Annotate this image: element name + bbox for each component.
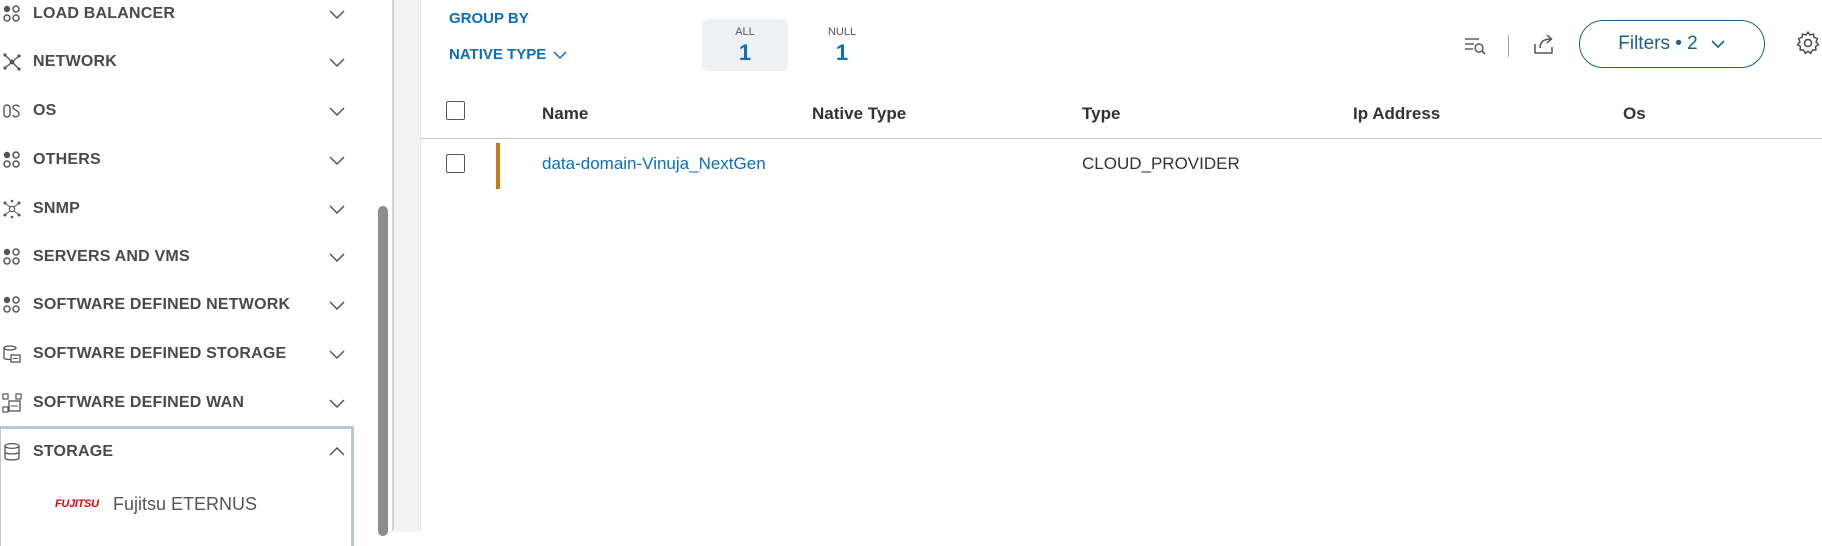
dots-cluster-icon	[0, 2, 24, 26]
chevron-down-icon	[329, 205, 345, 215]
sidebar-item-label: LOAD BALANCER	[33, 5, 176, 22]
search-list-icon[interactable]	[1462, 33, 1488, 59]
dots-cluster-icon	[0, 293, 24, 317]
database-icon	[0, 440, 24, 464]
toolbar-separator	[1508, 35, 1509, 57]
sidebar-item-label: OTHERS	[33, 151, 101, 168]
chevron-down-icon	[1711, 40, 1725, 49]
count-card-all[interactable]: ALL 1	[702, 19, 788, 71]
sdwan-icon	[0, 391, 24, 415]
count-label: ALL	[735, 26, 755, 38]
table-header: Name Native Type Type Ip Address Os	[421, 88, 1822, 139]
chevron-down-icon	[329, 107, 345, 117]
export-icon[interactable]	[1531, 32, 1557, 58]
sidebar-scrollbar-thumb[interactable]	[378, 206, 388, 536]
dots-cluster-icon	[0, 245, 24, 269]
group-by-dropdown[interactable]: NATIVE TYPE	[449, 46, 568, 63]
subitem-label: Fujitsu ETERNUS	[113, 493, 258, 514]
panel-gutter	[394, 0, 420, 531]
filters-label: Filters • 2	[1618, 33, 1698, 54]
table-row[interactable]: data-domain-Vinuja_NextGen CLOUD_PROVIDE…	[421, 139, 1822, 191]
sidebar-item-label: SNMP	[33, 200, 81, 217]
chevron-up-icon	[329, 446, 345, 456]
column-header-native-type[interactable]: Native Type	[812, 104, 906, 124]
sidebar-item-label: SERVERS AND VMS	[33, 248, 190, 265]
count-value: 1	[738, 40, 752, 65]
chevron-down-icon	[329, 301, 345, 311]
row-checkbox[interactable]	[446, 154, 465, 173]
group-by-title: GROUP BY	[449, 10, 529, 27]
column-header-ip-address[interactable]: Ip Address	[1353, 104, 1440, 124]
sidebar-item-label: SOFTWARE DEFINED STORAGE	[33, 345, 287, 362]
chevron-down-icon	[329, 399, 345, 409]
chevron-down-icon	[329, 58, 345, 68]
column-header-os[interactable]: Os	[1623, 104, 1646, 124]
chevron-down-icon	[553, 50, 567, 59]
row-type-cell: CLOUD_PROVIDER	[1082, 154, 1240, 173]
chevron-down-icon	[329, 10, 345, 20]
sidebar-item-software-defined-wan[interactable]: SOFTWARE DEFINED WAN	[0, 379, 355, 427]
main-panel: GROUP BY NATIVE TYPE ALL 1 NULL 1 Filter…	[420, 0, 1822, 531]
sidebar-item-servers-and-vms[interactable]: SERVERS AND VMS	[0, 233, 355, 281]
category-sidebar: LOAD BALANCER NETWORK OS OTHERS SNMP SER…	[0, 0, 370, 546]
sds-icon	[0, 342, 24, 366]
sidebar-item-network[interactable]: NETWORK	[0, 38, 355, 86]
column-header-name[interactable]: Name	[542, 104, 588, 124]
sidebar-item-load-balancer[interactable]: LOAD BALANCER	[0, 0, 355, 38]
count-card-null[interactable]: NULL 1	[799, 19, 885, 71]
sidebar-item-label: STORAGE	[33, 443, 114, 460]
row-name-link[interactable]: data-domain-Vinuja_NextGen	[542, 154, 799, 174]
sidebar-item-storage[interactable]: STORAGE	[0, 428, 355, 476]
sidebar-item-label: NETWORK	[33, 53, 118, 70]
sidebar-item-software-defined-storage[interactable]: SOFTWARE DEFINED STORAGE	[0, 330, 355, 378]
sidebar-item-others[interactable]: OTHERS	[0, 136, 355, 184]
select-all-checkbox[interactable]	[446, 101, 465, 120]
network-node-icon	[0, 50, 24, 74]
sidebar-item-os[interactable]: OS	[0, 87, 355, 135]
snmp-icon	[0, 197, 24, 221]
count-label: NULL	[827, 26, 857, 38]
sidebar-item-snmp[interactable]: SNMP	[0, 185, 355, 233]
chevron-down-icon	[329, 350, 345, 360]
sidebar-item-label: OS	[33, 102, 57, 119]
sidebar-item-software-defined-network[interactable]: SOFTWARE DEFINED NETWORK	[0, 281, 355, 329]
column-header-type[interactable]: Type	[1082, 104, 1120, 124]
os-icon	[0, 99, 24, 123]
sidebar-item-label: SOFTWARE DEFINED WAN	[33, 394, 245, 411]
chevron-down-icon	[329, 253, 345, 263]
storage-subitem-fujitsu-eternus[interactable]: FUJITSU Fujitsu ETERNUS	[55, 490, 257, 518]
filters-button[interactable]: Filters • 2	[1579, 20, 1765, 68]
fujitsu-logo-icon: FUJITSU	[55, 498, 99, 510]
settings-gear-icon[interactable]	[1795, 30, 1821, 56]
group-by-value: NATIVE TYPE	[449, 46, 547, 63]
dots-cluster-icon	[0, 148, 24, 172]
count-value: 1	[835, 40, 849, 65]
row-status-indicator	[496, 143, 500, 189]
sidebar-item-label: SOFTWARE DEFINED NETWORK	[33, 296, 291, 313]
chevron-down-icon	[329, 156, 345, 166]
